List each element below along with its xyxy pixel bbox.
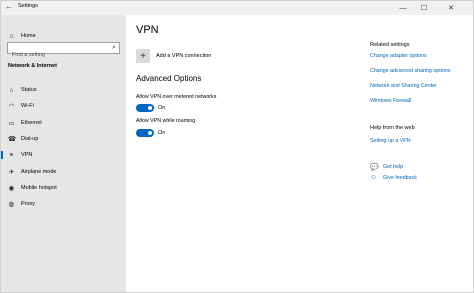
sidebar: ⌂ Home ⌕ Network & Internet ⌂ Status ◠ W… (1, 15, 126, 292)
close-button[interactable]: ✕ (441, 1, 461, 15)
search-box[interactable]: ⌕ (7, 42, 120, 60)
network-sharing-center-link[interactable]: Network and Sharing Center (370, 83, 437, 89)
sidebar-item-wifi[interactable]: ◠ Wi-Fi (1, 98, 126, 114)
home-label: Home (21, 33, 36, 39)
change-adapter-options-link[interactable]: Change adapter options (370, 53, 427, 59)
metered-option-label: Allow VPN over metered networks (136, 94, 217, 100)
airplane-icon: ✈ (8, 168, 15, 176)
roaming-toggle-state: On (158, 130, 166, 136)
hotspot-icon: ◉ (8, 184, 15, 192)
search-icon[interactable]: ⌕ (112, 44, 116, 52)
toggle-knob (148, 131, 152, 135)
help-heading: Help from the web (370, 125, 415, 131)
sidebar-item-proxy[interactable]: ◍ Proxy (1, 196, 126, 212)
title-bar: ← Settings — ☐ ✕ (1, 1, 473, 15)
sidebar-item-label: Status (21, 87, 37, 94)
vpn-icon: ⚭ (8, 152, 15, 160)
back-arrow-icon[interactable]: ← (5, 2, 13, 12)
section-heading: Network & Internet (8, 63, 57, 69)
change-advanced-sharing-link[interactable]: Change advanced sharing options (370, 68, 450, 74)
related-settings-heading: Related settings (370, 42, 410, 48)
sidebar-item-status[interactable]: ⌂ Status (1, 82, 126, 98)
chat-icon: 💬 (370, 164, 379, 171)
sidebar-item-label: VPN (21, 152, 33, 159)
sidebar-item-label: Mobile hotspot (21, 184, 57, 191)
settings-window: ← Settings — ☐ ✕ ⌂ Home ⌕ Network & Inte… (0, 0, 474, 293)
windows-firewall-link[interactable]: Windows Firewall (370, 98, 411, 104)
metered-toggle-state: On (158, 105, 166, 111)
dialup-icon: ☎ (8, 136, 17, 144)
sidebar-item-label: Ethernet (21, 119, 42, 126)
ethernet-icon: ▭ (8, 119, 15, 127)
sidebar-item-dialup[interactable]: ☎ Dial-up (1, 131, 126, 147)
sidebar-item-vpn[interactable]: ⚭ VPN (1, 147, 126, 163)
get-help-link[interactable]: 💬 Get help (370, 163, 403, 171)
globe-icon: ◍ (8, 201, 15, 209)
sidebar-item-label: Airplane mode (21, 168, 57, 175)
wifi-icon: ◠ (8, 103, 15, 111)
roaming-toggle[interactable] (136, 129, 154, 137)
home-link[interactable]: ⌂ Home (8, 31, 36, 41)
get-help-label: Get help (383, 164, 404, 170)
add-vpn-button[interactable]: + Add a VPN connection (136, 49, 211, 63)
home-icon: ⌂ (9, 32, 14, 40)
status-icon: ⌂ (9, 86, 14, 94)
sidebar-item-label: Proxy (21, 201, 36, 208)
advanced-options-heading: Advanced Options (136, 74, 202, 83)
sidebar-item-ethernet[interactable]: ▭ Ethernet (1, 115, 126, 131)
sidebar-item-hotspot[interactable]: ◉ Mobile hotspot (1, 180, 126, 196)
sidebar-item-label: Dial-up (21, 136, 39, 143)
metered-toggle[interactable] (136, 104, 154, 112)
minimize-button[interactable]: — (393, 1, 413, 15)
search-input[interactable] (8, 50, 107, 60)
give-feedback-link[interactable]: ☺ Give feedback (370, 174, 417, 181)
sidebar-nav: ⌂ Status ◠ Wi-Fi ▭ Ethernet ☎ Dial-up ⚭ … (1, 82, 126, 212)
sidebar-item-airplane[interactable]: ✈ Airplane mode (1, 163, 126, 179)
setting-up-vpn-link[interactable]: Setting up a VPN (370, 138, 411, 144)
roaming-option-label: Allow VPN while roaming (136, 118, 196, 124)
main-content: VPN + Add a VPN connection Advanced Opti… (126, 15, 473, 292)
give-feedback-label: Give feedback (383, 174, 417, 181)
page-title: VPN (136, 24, 159, 36)
toggle-knob (148, 106, 152, 110)
maximize-button[interactable]: ☐ (414, 1, 434, 15)
sidebar-item-label: Wi-Fi (21, 103, 34, 110)
feedback-icon: ☺ (370, 174, 378, 181)
window-title: Settings (18, 3, 38, 9)
plus-icon: + (136, 49, 150, 63)
add-vpn-label: Add a VPN connection (156, 53, 212, 59)
